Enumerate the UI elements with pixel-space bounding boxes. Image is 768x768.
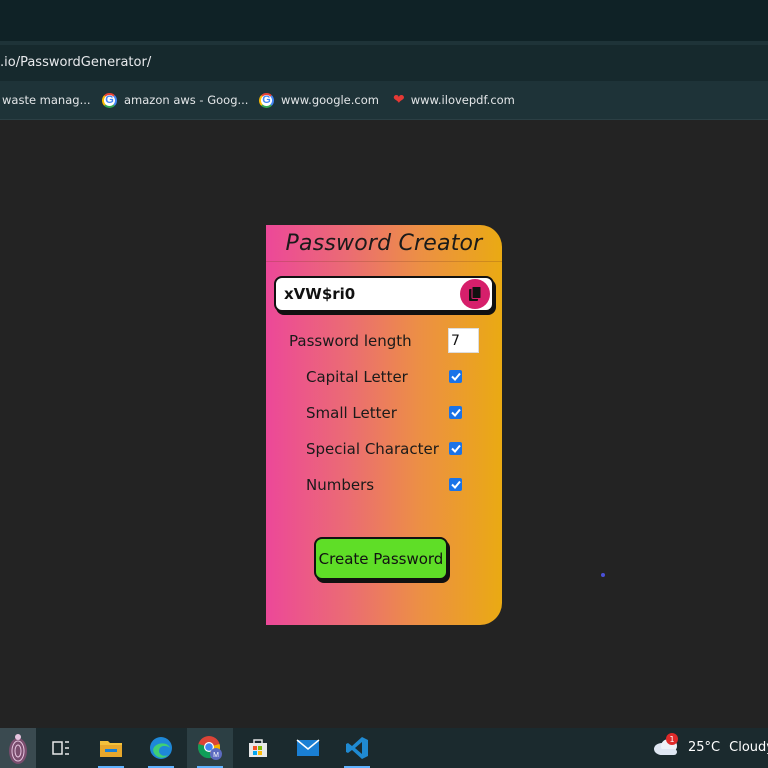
weather-temperature: 25°C [688, 739, 721, 755]
password-length-input[interactable] [448, 328, 479, 353]
page-content: Password Creator xVW$ri0 Password length… [0, 121, 768, 728]
copy-icon [469, 286, 482, 301]
card-title: Password Creator [285, 231, 483, 256]
option-row-capital: Capital Letter [306, 365, 408, 389]
browser-tab-strip [0, 0, 768, 41]
bookmark-ilovepdf[interactable]: ❤ www.ilovepdf.com [393, 92, 515, 108]
checkmark-icon [450, 480, 461, 489]
option-label: Small Letter [306, 404, 397, 422]
option-label: Numbers [306, 476, 375, 494]
url-text[interactable]: .io/PasswordGenerator/ [0, 55, 151, 70]
bookmark-google[interactable]: G www.google.com [259, 92, 379, 108]
weather-condition: Cloudy [729, 739, 768, 755]
start-button[interactable] [0, 728, 36, 768]
task-view-button[interactable] [38, 728, 84, 768]
mail-button[interactable] [285, 728, 331, 768]
bookmark-label: waste manag... [2, 93, 91, 107]
capital-letter-checkbox[interactable] [449, 370, 462, 383]
small-letter-checkbox[interactable] [449, 406, 462, 419]
option-row-small: Small Letter [306, 401, 397, 425]
bookmark-label: www.ilovepdf.com [410, 93, 515, 107]
weather-widget[interactable]: 1 25°C Cloudy [652, 733, 768, 758]
mail-icon [296, 739, 320, 756]
file-explorer-button[interactable] [88, 728, 134, 768]
vscode-icon [346, 737, 368, 759]
google-icon: G [259, 92, 274, 108]
title-divider [266, 261, 502, 262]
bookmark-waste-management[interactable]: waste manag... [2, 92, 91, 108]
option-label: Capital Letter [306, 368, 408, 386]
bookmark-amazon-aws[interactable]: G amazon aws - Goog... [102, 92, 248, 108]
address-bar[interactable]: .io/PasswordGenerator/ [0, 45, 768, 81]
password-length-label: Password length [289, 332, 412, 350]
chrome-button[interactable]: M [187, 728, 233, 768]
bookmark-label: amazon aws - Goog... [124, 93, 249, 107]
heart-icon: ❤ [393, 92, 405, 108]
task-view-icon [52, 741, 69, 755]
bookmarks-bar: waste manag... G amazon aws - Goog... G … [0, 81, 768, 120]
store-button[interactable] [235, 728, 281, 768]
copy-button[interactable] [460, 279, 490, 309]
store-icon [249, 739, 267, 757]
numbers-checkbox[interactable] [449, 478, 462, 491]
special-character-checkbox[interactable] [449, 442, 462, 455]
edge-icon [150, 737, 172, 759]
password-creator-card: Password Creator xVW$ri0 Password length… [266, 225, 502, 625]
vscode-button[interactable] [334, 728, 380, 768]
taskbar: M 1 25°C Cloud [0, 728, 768, 768]
edge-button[interactable] [138, 728, 184, 768]
option-label: Special Character [306, 440, 439, 458]
create-password-button[interactable]: Create Password [314, 537, 448, 580]
option-row-numbers: Numbers [306, 473, 374, 497]
bookmark-label: www.google.com [281, 93, 379, 107]
svg-text:M: M [213, 752, 219, 759]
cursor-dot [601, 573, 605, 577]
cloud-icon: 1 [652, 733, 682, 758]
password-value[interactable]: xVW$ri0 [284, 285, 355, 303]
password-length-row: Password length [289, 329, 412, 353]
chrome-icon: M [198, 736, 222, 760]
google-icon: G [102, 92, 117, 108]
checkmark-icon [450, 444, 461, 453]
weather-badge: 1 [666, 733, 678, 745]
option-row-special: Special Character [306, 437, 439, 461]
file-explorer-icon [100, 741, 122, 757]
checkmark-icon [450, 372, 461, 381]
start-icon [9, 734, 27, 764]
checkmark-icon [450, 408, 461, 417]
password-output-field[interactable]: xVW$ri0 [274, 276, 494, 312]
